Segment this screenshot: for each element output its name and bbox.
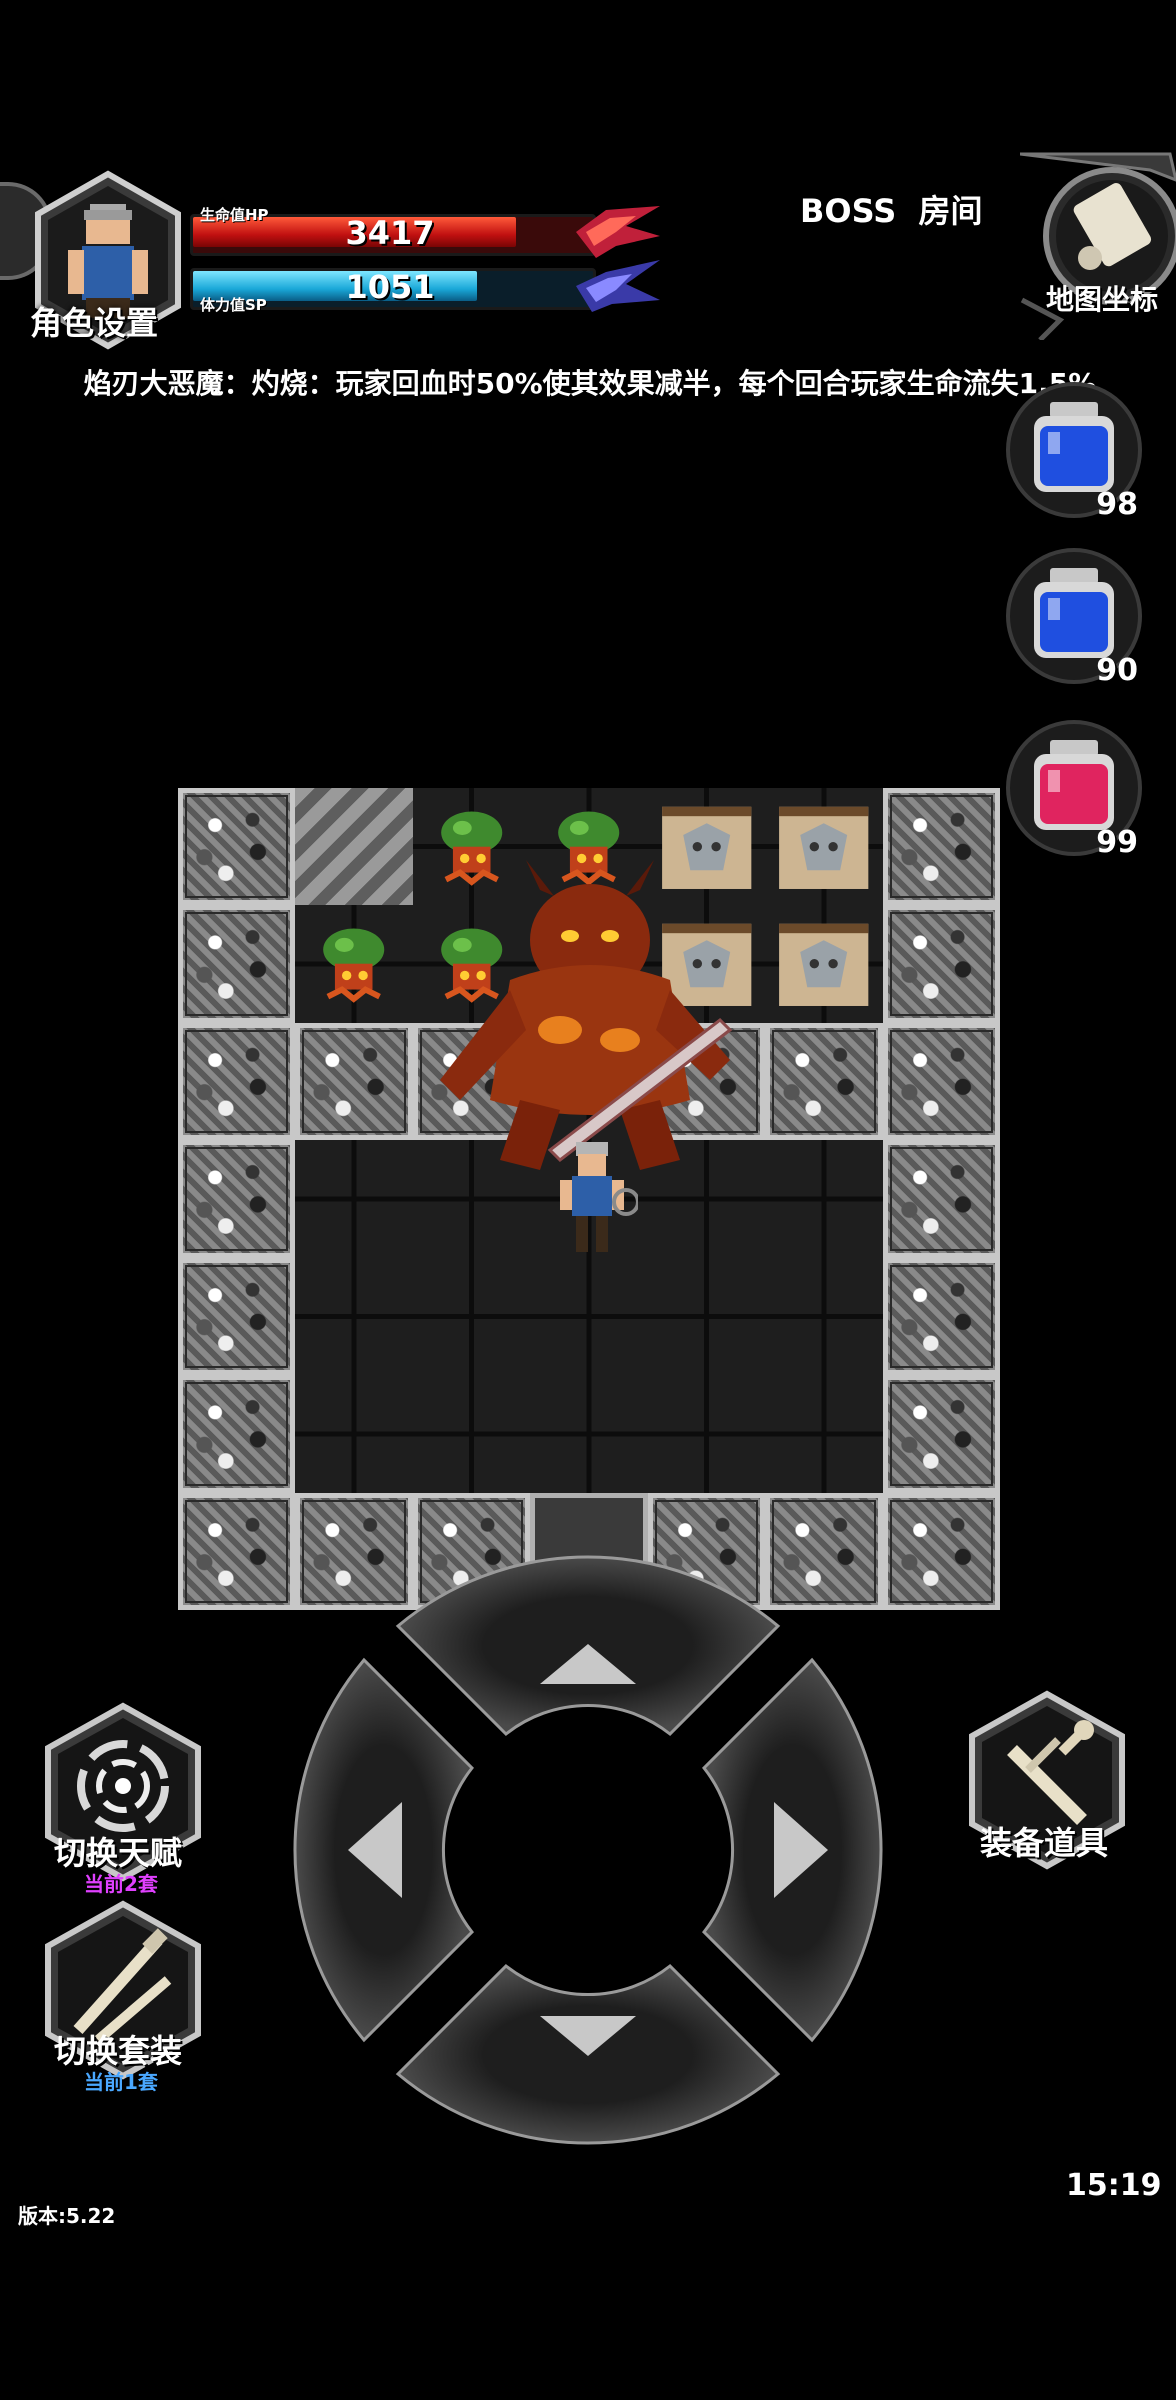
stairs-tile	[295, 788, 413, 906]
dpad-left-button[interactable]	[293, 1657, 475, 2043]
equip-items-label[interactable]: 装备道具	[980, 1818, 1108, 1864]
potion-count: 99	[1096, 825, 1138, 860]
wall-tile	[178, 788, 296, 906]
direction-pad	[293, 1555, 883, 2145]
potion-count: 98	[1096, 487, 1138, 522]
sp-value: 1051	[345, 268, 435, 306]
dpad-down-button[interactable]	[395, 1963, 781, 2145]
current-talent-set-label: 当前2套	[84, 1872, 158, 1896]
red-potion-button[interactable]: 99	[1004, 718, 1144, 860]
map-coordinates-label[interactable]: 地图坐标	[1046, 278, 1158, 318]
floor-tile	[765, 1257, 883, 1376]
hp-value: 3417	[345, 214, 435, 252]
floor-tile	[530, 1375, 648, 1493]
boss-description: 焰刃大恶魔：灼烧：玩家回血时50%使其效果减半，每个回合玩家生命流失1.5%	[83, 367, 1097, 400]
dpad-right-button[interactable]	[701, 1657, 883, 2043]
floor-tile	[765, 1375, 883, 1493]
sp-bar: 体力值SP 1051	[180, 260, 660, 314]
blue-wing-icon	[576, 260, 660, 312]
player-character	[560, 1142, 638, 1252]
wall-tile	[178, 1022, 296, 1141]
wall-tile	[765, 1022, 883, 1141]
wall-tile	[882, 1257, 1000, 1376]
floor-tile	[295, 1375, 413, 1493]
wall-tile	[882, 1140, 1000, 1258]
floor-tile	[765, 905, 883, 1023]
dpad-up-button[interactable]	[395, 1555, 781, 1737]
clock-label: 15:19	[1066, 2168, 1162, 2203]
character-settings-label[interactable]: 角色设置	[30, 298, 158, 344]
current-outfit-set-label: 当前1套	[84, 2070, 158, 2094]
floor-tile	[295, 1257, 413, 1376]
wall-tile	[882, 905, 1000, 1023]
floor-tile	[765, 1140, 883, 1258]
room-name-label: BOSS 房间	[800, 192, 983, 230]
wall-tile	[178, 1492, 296, 1610]
wall-tile	[882, 1022, 1000, 1141]
floor-tile	[765, 788, 883, 906]
fire-plant-enemy[interactable]	[295, 905, 412, 1022]
wall-tile	[178, 1375, 296, 1493]
wall-tile	[178, 1257, 296, 1376]
version-label: 版本:5.22	[18, 2204, 116, 2228]
red-wing-icon	[576, 206, 660, 258]
wall-tile	[178, 1140, 296, 1258]
potion-count: 90	[1096, 653, 1138, 688]
floor-tile	[647, 1375, 766, 1493]
floor-tile	[295, 1140, 413, 1258]
floor-tile	[412, 1375, 531, 1493]
wolf-banner[interactable]	[765, 905, 882, 1022]
wall-tile	[882, 1375, 1000, 1493]
blue-potion-button[interactable]: 98	[1004, 380, 1144, 522]
wall-tile	[882, 1492, 1000, 1610]
dpad-center	[470, 1732, 706, 1968]
wall-tile	[882, 788, 1000, 906]
wall-tile	[295, 1022, 413, 1141]
wall-tile	[178, 905, 296, 1023]
wolf-banner[interactable]	[765, 788, 882, 905]
hp-bar: 生命值HP 3417	[180, 206, 660, 258]
floor-tile	[295, 905, 413, 1023]
blue-potion-button[interactable]: 90	[1004, 546, 1144, 688]
